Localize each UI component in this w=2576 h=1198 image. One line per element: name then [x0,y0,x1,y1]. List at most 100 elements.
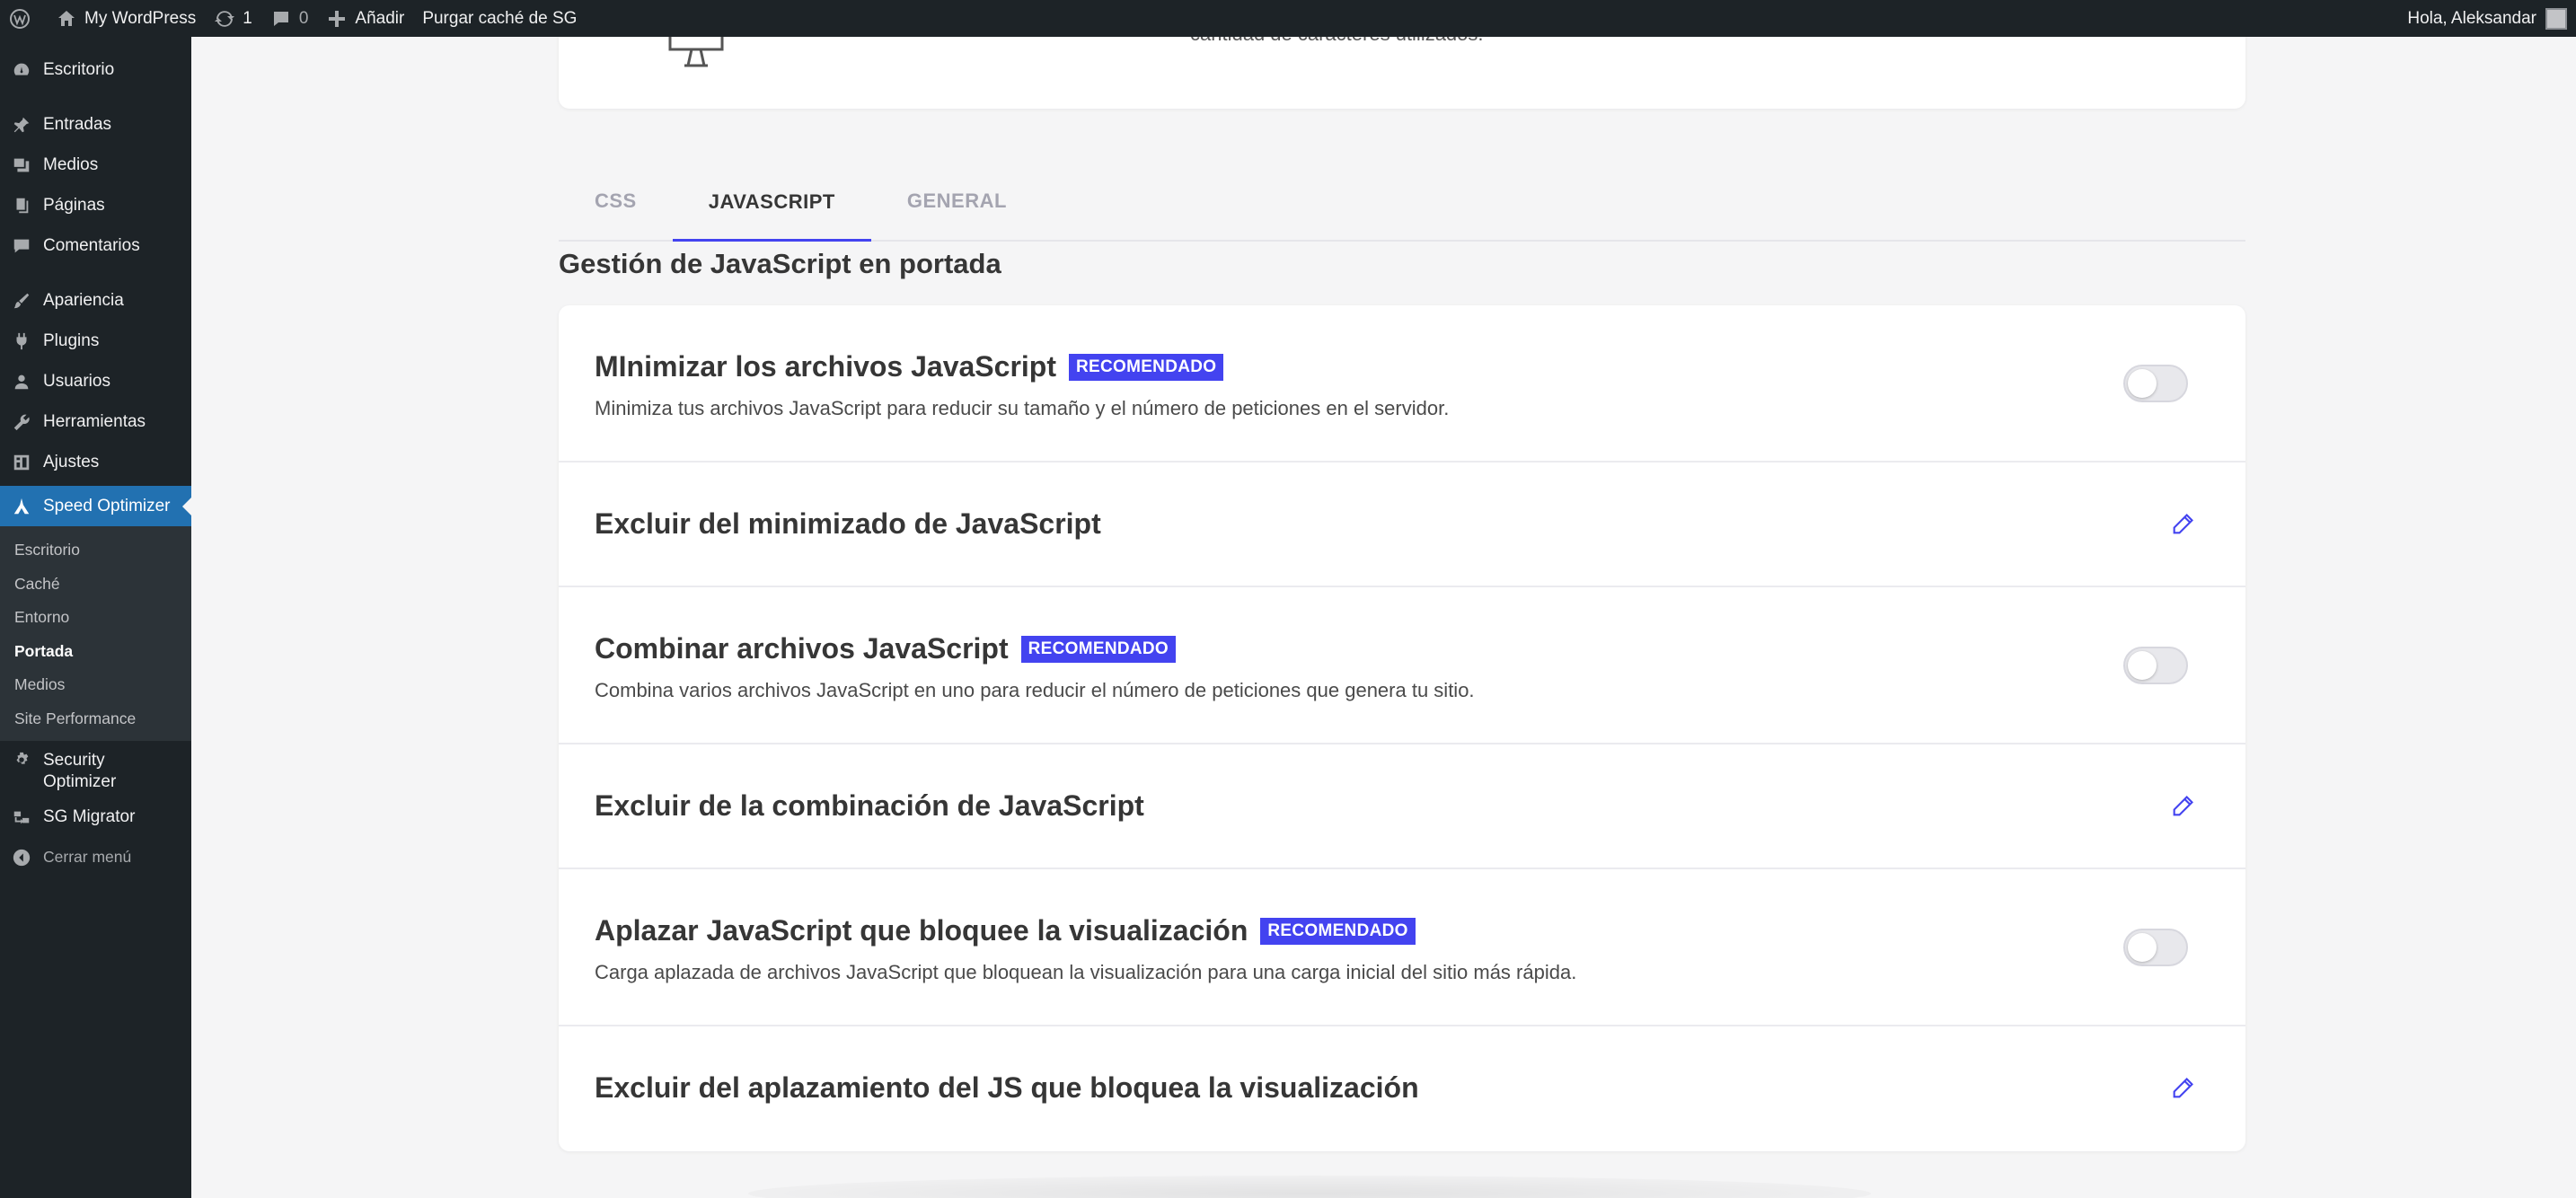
updates-count: 1 [243,8,252,28]
setting-title-text: Excluir del aplazamiento del JS que bloq… [595,1071,1419,1104]
media-icon [11,154,32,176]
sidebar-item-medios[interactable]: Medios [0,145,191,185]
sidebar-item-label: Usuarios [43,371,110,391]
tab-javascript[interactable]: JAVASCRIPT [672,164,871,242]
recommended-badge: RECOMENDADO [1020,635,1176,663]
sidebar-item-security-optimizer[interactable]: Security Optimizer [0,741,191,797]
gear-icon [11,750,32,771]
sidebar-item-ajustes[interactable]: Ajustes [0,442,191,482]
wordpress-logo-button[interactable] [0,0,47,37]
setting-title: MInimizar los archivos JavaScript RECOME… [595,350,1224,383]
sidebar-item-label: Escritorio [43,59,115,79]
wordpress-logo-icon [10,8,30,29]
collapse-arrow-icon [11,847,32,868]
pencil-icon[interactable] [2170,512,2195,537]
section-title: Gestión de JavaScript en portada [559,248,1001,279]
greeting: Hola, Aleksandar [2407,8,2536,28]
setting-title: Combinar archivos JavaScript RECOMENDADO [595,632,1176,665]
toggle-knob [2128,933,2157,962]
speed-optimizer-submenu: Escritorio Caché Entorno Portada Medios … [0,526,191,741]
sidebar-item-sg-migrator[interactable]: SG Migrator [0,797,191,837]
user-icon [11,371,32,392]
sidebar-item-label: Medios [43,154,99,174]
site-name-link[interactable]: My WordPress [47,0,205,37]
recommended-badge: RECOMENDADO [1068,353,1224,381]
combine-js-toggle[interactable] [2123,647,2188,684]
setting-title: Aplazar JavaScript que bloquee la visual… [595,914,1416,947]
collapse-menu-button[interactable]: Cerrar menú [0,837,191,877]
submenu-item-portada[interactable]: Portada [0,635,191,669]
settings-icon [11,452,32,473]
monitor-icon [668,37,724,67]
sidebar-item-paginas[interactable]: Páginas [0,185,191,225]
setting-description: Carga aplazada de archivos JavaScript qu… [595,961,1577,983]
sidebar-item-label: Ajustes [43,452,100,471]
comments-link[interactable]: 0 [261,0,318,37]
add-new-link[interactable]: Añadir [317,0,413,37]
overview-card: cantidad de caracteres utilizados. [559,37,2245,109]
sidebar-item-escritorio[interactable]: Escritorio [0,49,191,90]
setting-title: Excluir de la combinación de JavaScript [595,789,1144,823]
pencil-icon[interactable] [2170,1076,2195,1101]
plus-icon [329,10,346,27]
settings-card: MInimizar los archivos JavaScript RECOME… [559,305,2245,1151]
purge-cache-label: Purgar caché de SG [422,8,578,28]
dashboard-icon [11,59,32,81]
sidebar-item-label: Herramientas [43,411,146,431]
comment-icon [11,235,32,257]
setting-title: Excluir del minimizado de JavaScript [595,507,1101,541]
migrator-icon [11,806,32,828]
sidebar-item-label: Speed Optimizer [43,496,171,515]
sidebar-item-comentarios[interactable]: Comentarios [0,225,191,266]
refresh-icon [215,10,235,27]
sidebar-item-label: Security Optimizer [43,751,117,791]
updates-link[interactable]: 1 [205,0,261,37]
sidebar-item-usuarios[interactable]: Usuarios [0,361,191,401]
tab-bar: CSS JAVASCRIPT GENERAL [559,136,2245,242]
submenu-item-site-performance[interactable]: Site Performance [0,702,191,736]
setting-title-text: MInimizar los archivos JavaScript [595,350,1056,383]
sidebar-item-entradas[interactable]: Entradas [0,104,191,145]
sidebar-item-apariencia[interactable]: Apariencia [0,280,191,321]
brush-icon [11,290,32,312]
sidebar-item-label: Comentarios [43,235,140,255]
setting-exclude-combine: Excluir de la combinación de JavaScript [559,744,2245,869]
sidebar-item-plugins[interactable]: Plugins [0,321,191,361]
submenu-item-escritorio[interactable]: Escritorio [0,533,191,568]
sidebar-item-speed-optimizer[interactable]: Speed Optimizer [0,486,191,526]
recommended-badge: RECOMENDADO [1260,917,1416,945]
setting-title-text: Excluir de la combinación de JavaScript [595,789,1144,822]
toggle-knob [2128,651,2157,680]
sidebar-item-herramientas[interactable]: Herramientas [0,401,191,442]
purge-cache-link[interactable]: Purgar caché de SG [413,0,586,37]
main-content: cantidad de caracteres utilizados. CSS J… [191,37,2576,1198]
submenu-item-entorno[interactable]: Entorno [0,601,191,635]
setting-title-text: Combinar archivos JavaScript [595,632,1009,665]
setting-description: Combina varios archivos JavaScript en un… [595,679,1475,701]
add-new-label: Añadir [355,8,405,28]
setting-description: Minimiza tus archivos JavaScript para re… [595,397,1450,419]
defer-js-toggle[interactable] [2123,929,2188,966]
home-icon [58,10,75,26]
setting-title: Excluir del aplazamiento del JS que bloq… [595,1071,1419,1105]
my-account-link[interactable]: Hola, Aleksandar [2407,7,2576,30]
pin-icon [11,114,32,136]
comments-count: 0 [298,8,309,28]
setting-combine-js: Combinar archivos JavaScript RECOMENDADO… [559,587,2245,744]
plugin-icon [11,330,32,352]
site-name: My WordPress [84,8,197,28]
avatar [2545,7,2567,30]
comment-icon [273,11,288,26]
tab-css[interactable]: CSS [559,163,673,240]
submenu-item-cache[interactable]: Caché [0,568,191,602]
sidebar-item-label: SG Migrator [43,806,136,826]
overview-text: cantidad de caracteres utilizados. [1190,37,1484,46]
tab-general[interactable]: GENERAL [871,163,1043,240]
setting-title-text: Aplazar JavaScript que bloquee la visual… [595,914,1248,947]
toggle-knob [2128,369,2157,398]
admin-sidebar: Escritorio Entradas Medios Páginas Comen… [0,37,191,1198]
submenu-item-medios[interactable]: Medios [0,668,191,702]
pencil-icon[interactable] [2170,794,2195,819]
minify-js-toggle[interactable] [2123,365,2188,402]
admin-bar: My WordPress 1 0 Añadir Purgar caché de … [0,0,2576,37]
